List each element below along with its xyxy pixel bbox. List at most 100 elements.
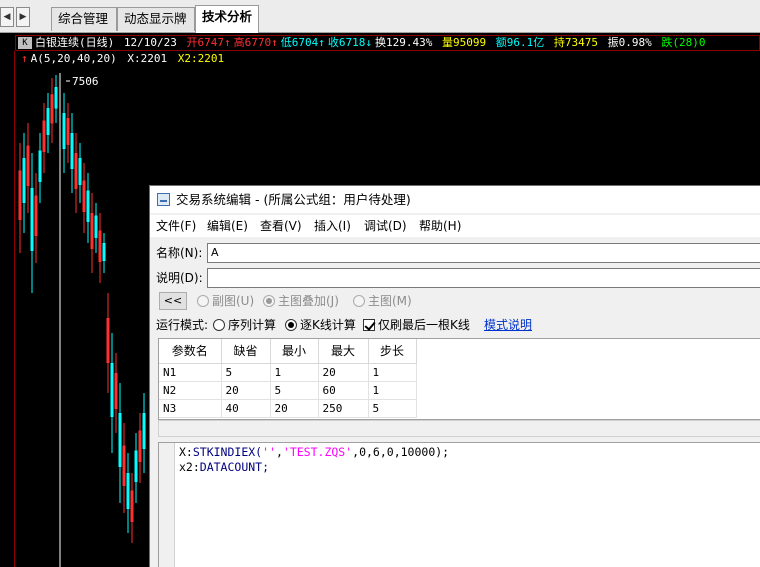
candle-body (98, 230, 102, 262)
quote-close: 收6718↓ (327, 36, 372, 49)
param-cell[interactable]: N2 (159, 381, 222, 400)
series-calc-option[interactable]: 序列计算 (213, 318, 276, 332)
code-token: ,0,6,0,10000); (352, 445, 450, 459)
formula-name[interactable]: A(5,20,40,20) (31, 52, 117, 65)
param-header-name[interactable]: 参数名 (159, 339, 222, 364)
param-cell[interactable]: 60 (318, 381, 369, 400)
formula-bar: ↑ A(5,20,40,20) X:2201 X2:2201 (15, 52, 760, 66)
param-cell[interactable]: 1 (270, 363, 319, 382)
param-cell[interactable]: 250 (318, 399, 369, 418)
table-row[interactable]: N1 5 1 20 1 (159, 363, 417, 382)
code-text[interactable]: X:STKINDIEX('','TEST.ZQS',0,6,0,10000); … (179, 445, 449, 475)
candle-body (54, 87, 58, 109)
param-header-step[interactable]: 步长 (368, 339, 417, 364)
last-bar-only-option[interactable]: 仅刷最后一根K线 (363, 318, 470, 332)
table-row[interactable]: N3 40 20 250 5 (159, 399, 417, 418)
collapse-button[interactable]: << (159, 292, 187, 310)
param-cell[interactable]: 40 (221, 399, 271, 418)
candle-body (90, 213, 94, 249)
param-cell[interactable]: N1 (159, 363, 222, 382)
param-cell[interactable]: 5 (368, 399, 417, 418)
candle-body (78, 158, 82, 185)
menu-insert[interactable]: 插入(I) (314, 218, 351, 234)
formula-x-value: X:2201 (127, 52, 168, 65)
formula-arrow-icon: ↑ (21, 52, 28, 65)
menu-view[interactable]: 查看(V) (260, 218, 302, 234)
candle-body (130, 490, 134, 522)
menu-file[interactable]: 文件(F) (156, 218, 196, 234)
quote-amount: 额96.1亿 (495, 36, 545, 49)
candle-body (118, 413, 122, 467)
param-header-max[interactable]: 最大 (318, 339, 369, 364)
per-bar-calc-option[interactable]: 逐K线计算 (285, 318, 356, 332)
sub-chart-radio[interactable] (197, 295, 209, 307)
menu-help[interactable]: 帮助(H) (419, 218, 461, 234)
quote-turnover: 换129.43% (374, 36, 433, 49)
candle-body (38, 150, 42, 182)
trade-system-editor-dialog: 交易系统编辑 - (所属公式组：用户待处理) 文件(F) 编辑(E) 查看(V)… (149, 185, 760, 567)
candle-body (86, 190, 90, 222)
candle-body (82, 180, 86, 212)
candle-body (138, 430, 142, 462)
code-editor[interactable]: X:STKINDIEX('','TEST.ZQS',0,6,0,10000); … (158, 442, 760, 567)
candle-body (22, 158, 26, 203)
sub-chart-option[interactable]: 副图(U) (197, 294, 254, 308)
candle-body (70, 133, 74, 169)
main-overlay-option[interactable]: 主图叠加(J) (263, 294, 339, 308)
candle-body (42, 120, 46, 152)
param-cell[interactable]: 5 (221, 363, 271, 382)
param-header-default[interactable]: 缺省 (221, 339, 271, 364)
tab-scroll-left-button[interactable]: ◀ (0, 7, 14, 27)
param-cell[interactable]: 20 (221, 381, 271, 400)
dialog-title-bar[interactable]: 交易系统编辑 - (所属公式组：用户待处理) (150, 186, 760, 213)
param-cell[interactable]: 1 (368, 363, 417, 382)
quote-low: 低6704↑ (280, 36, 325, 49)
main-overlay-radio[interactable] (263, 295, 275, 307)
candle-body (142, 413, 146, 449)
param-cell[interactable]: 20 (318, 363, 369, 382)
main-overlay-label: 主图叠加(J) (278, 294, 339, 308)
kline-type-button[interactable]: K (18, 37, 32, 49)
tab-scroll-right-button[interactable]: ▶ (16, 7, 30, 27)
param-cell[interactable]: 1 (368, 381, 417, 400)
param-cell[interactable]: 5 (270, 381, 319, 400)
candle-body (74, 153, 78, 189)
run-mode-label: 运行模式: (156, 318, 209, 332)
dialog-title: 交易系统编辑 - (所属公式组：用户待处理) (176, 192, 411, 207)
candle-body (94, 215, 98, 238)
param-table: 参数名 缺省 最小 最大 步长 N1 5 1 20 1 N2 20 5 60 1… (158, 338, 760, 420)
name-label: 名称(N): (156, 246, 203, 260)
menu-edit[interactable]: 编辑(E) (207, 218, 248, 234)
main-chart-option[interactable]: 主图(M) (353, 294, 412, 308)
quote-amplitude: 振0.98% (607, 36, 652, 49)
candle-body (102, 243, 106, 261)
tab-bar: ◀ ▶ 综合管理 动态显示牌 技术分析 (0, 0, 760, 33)
quote-open: 开6747↑ (186, 36, 231, 49)
candle-body (126, 473, 130, 509)
param-cell[interactable]: 20 (270, 399, 319, 418)
tab-general-management[interactable]: 综合管理 (51, 7, 117, 31)
param-table-scrollbar[interactable] (158, 420, 760, 437)
menu-debug[interactable]: 调试(D) (364, 218, 407, 234)
candle-body (114, 373, 118, 409)
per-bar-calc-radio[interactable] (285, 319, 297, 331)
param-cell[interactable]: N3 (159, 399, 222, 418)
quote-position: 持73475 (553, 36, 598, 49)
table-row[interactable]: N2 20 5 60 1 (159, 381, 417, 400)
last-bar-only-label: 仅刷最后一根K线 (378, 318, 470, 332)
tab-technical-analysis[interactable]: 技术分析 (195, 5, 259, 33)
main-chart-radio[interactable] (353, 295, 365, 307)
menu-bar: 文件(F) 编辑(E) 查看(V) 插入(I) 调试(D) 帮助(H) (150, 215, 760, 237)
candle-body (106, 318, 110, 363)
tab-dynamic-board[interactable]: 动态显示牌 (117, 7, 195, 31)
mode-help-link[interactable]: 模式说明 (484, 317, 532, 333)
candle-body (46, 108, 50, 135)
name-input[interactable]: A (207, 243, 760, 263)
last-bar-only-checkbox[interactable] (363, 319, 375, 331)
description-input[interactable] (207, 268, 760, 288)
series-calc-radio[interactable] (213, 319, 225, 331)
candle-body (18, 170, 22, 220)
param-header-min[interactable]: 最小 (270, 339, 319, 364)
sub-chart-label: 副图(U) (212, 294, 255, 308)
candle-body (110, 363, 114, 417)
